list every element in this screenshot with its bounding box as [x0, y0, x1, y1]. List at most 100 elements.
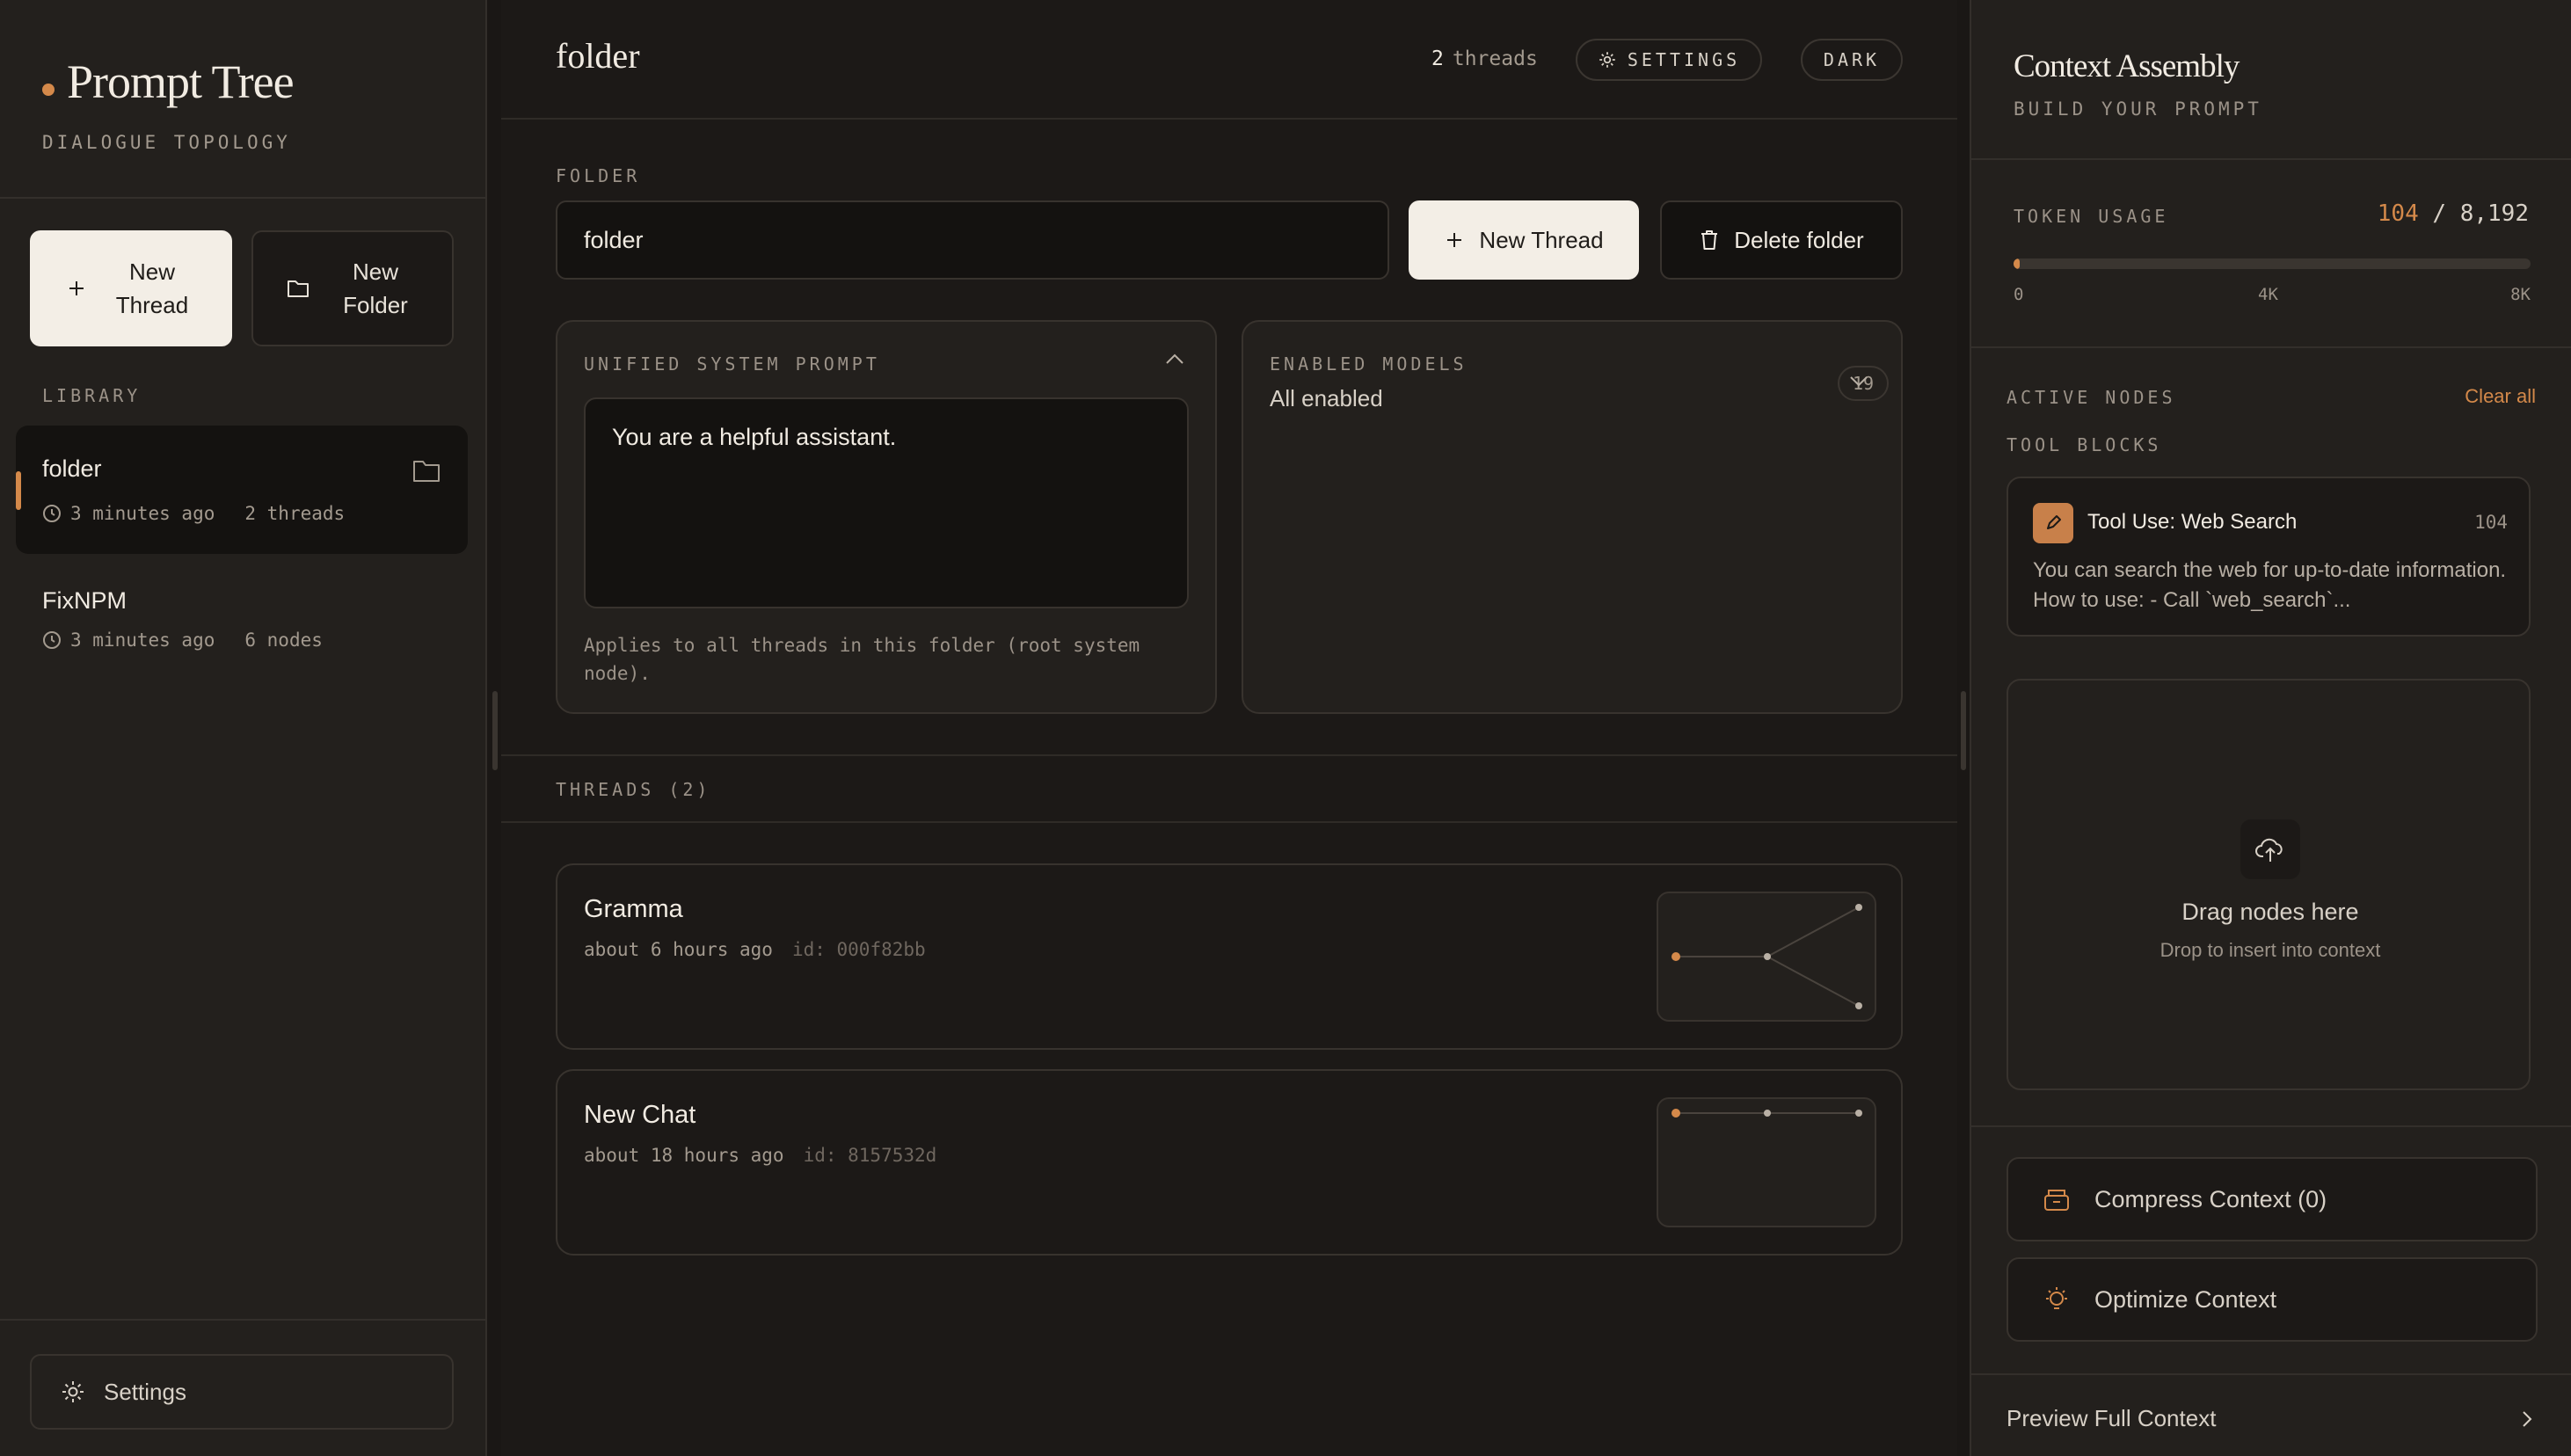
new-folder-button[interactable]: New Folder	[251, 230, 454, 346]
divider	[1971, 158, 2571, 160]
thread-count: 2 threads	[1431, 47, 1538, 70]
drop-zone[interactable]: Drag nodes here Drop to insert into cont…	[2007, 679, 2531, 1090]
new-thread-label: New Thread	[115, 258, 189, 318]
active-indicator	[16, 471, 21, 510]
thread-tree-preview	[1657, 1097, 1876, 1227]
drop-zone-title: Drag nodes here	[2181, 899, 2359, 925]
delete-folder-label: Delete folder	[1734, 226, 1864, 253]
thread-id: id: 8157532d	[803, 1145, 937, 1166]
enabled-models-value: All enabled	[1270, 385, 1383, 411]
context-subtitle: BUILD YOUR PROMPT	[2014, 98, 2262, 120]
thread-time: about 6 hours ago	[584, 939, 773, 960]
thread-tree-preview	[1657, 892, 1876, 1022]
context-title: Context Assembly	[2014, 48, 2240, 84]
token-sep: /	[2418, 200, 2460, 227]
tool-block-card[interactable]: Tool Use: Web Search 104 You can search …	[2007, 477, 2531, 637]
divider	[1971, 1373, 2571, 1375]
brand: Prompt Tree	[42, 55, 295, 109]
compress-context-button[interactable]: Compress Context (0)	[2007, 1157, 2538, 1241]
thread-meta: about 6 hours ago id: 000f82bb	[584, 939, 926, 960]
clock-icon	[43, 505, 61, 522]
token-usage-label: TOKEN USAGE	[2014, 206, 2169, 227]
theme-toggle-button[interactable]: DARK	[1801, 39, 1903, 81]
tool-blocks-label: TOOL BLOCKS	[2007, 434, 2162, 455]
enabled-models-card[interactable]: ENABLED MODELS All enabled 19	[1242, 320, 1903, 714]
token-usage-bar	[2014, 258, 2531, 269]
settings-pill-label: SETTINGS	[1627, 49, 1741, 70]
gear-icon	[62, 1381, 84, 1402]
folder-label: FOLDER	[556, 165, 641, 186]
library-item-meta: 3 minutes ago 6 nodes	[42, 630, 323, 651]
library-item-time: 3 minutes ago	[70, 630, 215, 651]
delete-folder-button[interactable]: Delete folder	[1660, 200, 1903, 280]
chevron-up-icon[interactable]	[1164, 352, 1185, 366]
theme-toggle-label: DARK	[1823, 49, 1881, 70]
library-item-title: FixNPM	[42, 587, 127, 614]
settings-pill-button[interactable]: SETTINGS	[1576, 39, 1762, 81]
pencil-icon	[2033, 503, 2073, 543]
divider	[501, 754, 1957, 756]
token-usage-fill	[2014, 258, 2021, 269]
new-thread-button[interactable]: New Thread	[1409, 200, 1639, 280]
divider	[0, 197, 485, 199]
tool-block-name: Tool Use: Web Search	[2087, 510, 2298, 534]
new-thread-label: New Thread	[1479, 226, 1604, 253]
thread-count-value: 2	[1431, 47, 1444, 70]
main-header: folder 2 threads SETTINGS DARK	[501, 0, 1957, 120]
tick-label: 0	[2014, 285, 2024, 304]
upload-cloud-icon	[2240, 819, 2300, 879]
library-item-title: folder	[42, 455, 102, 482]
token-usage-value: 104 / 8,192	[2378, 200, 2529, 227]
optimize-context-button[interactable]: Optimize Context	[2007, 1257, 2538, 1342]
sidebar-resize-handle[interactable]	[492, 691, 498, 770]
tick-label: 4K	[2258, 285, 2278, 304]
brand-name: Prompt Tree	[67, 55, 295, 108]
thread-title: New Chat	[584, 1101, 696, 1129]
clock-icon	[43, 631, 61, 649]
new-folder-label: New Folder	[343, 258, 408, 318]
thread-id: id: 000f82bb	[791, 939, 926, 960]
tree-graph	[1672, 1109, 1862, 1117]
system-prompt-note: Applies to all threads in this folder (r…	[584, 635, 1140, 684]
token-max: 8,192	[2459, 200, 2529, 227]
clear-all-link[interactable]: Clear all	[2465, 385, 2536, 408]
tool-block-description: You can search the web for up-to-date in…	[2033, 558, 2507, 612]
tool-block-tokens: 104	[2474, 512, 2508, 533]
library-item-count: 2 threads	[244, 503, 346, 524]
divider	[1971, 1125, 2571, 1127]
folder-icon	[288, 280, 309, 297]
system-prompt-caption: UNIFIED SYSTEM PROMPT	[584, 353, 880, 375]
folder-icon[interactable]	[412, 457, 441, 484]
tick-label: 8K	[2510, 285, 2531, 304]
threads-label: THREADS (2)	[556, 779, 711, 800]
thread-meta: about 18 hours ago id: 8157532d	[584, 1145, 936, 1166]
library-item-meta: 3 minutes ago 2 threads	[42, 503, 345, 524]
token-used: 104	[2377, 200, 2419, 227]
preview-full-context-link[interactable]: Preview Full Context	[2007, 1405, 2216, 1432]
brand-tagline: DIALOGUE TOPOLOGY	[42, 132, 291, 153]
library-item-count: 6 nodes	[244, 630, 323, 651]
context-resize-handle[interactable]	[1961, 691, 1966, 770]
thread-count-suffix: threads	[1452, 47, 1538, 70]
drop-zone-subtitle: Drop to insert into context	[2159, 939, 2381, 961]
chevron-down-icon[interactable]	[1848, 375, 1869, 389]
library-item-folder[interactable]: folder 3 minutes ago 2 threads	[16, 426, 468, 554]
enabled-models-caption: ENABLED MODELS	[1270, 353, 1468, 375]
library-label: LIBRARY	[42, 385, 142, 406]
settings-button[interactable]: Settings	[30, 1354, 454, 1430]
settings-label: Settings	[104, 1378, 186, 1405]
active-nodes-label: ACTIVE NODES	[2007, 387, 2176, 408]
chevron-right-icon[interactable]	[2518, 1407, 2536, 1431]
divider	[501, 821, 1957, 823]
library-item-fixnpm[interactable]: FixNPM 3 minutes ago 6 nodes	[16, 559, 468, 673]
new-thread-button[interactable]: New Thread	[30, 230, 232, 346]
thread-card[interactable]: New Chat about 18 hours ago id: 8157532d	[556, 1069, 1903, 1256]
thread-title: Gramma	[584, 895, 683, 923]
thread-card[interactable]: Gramma about 6 hours ago id: 000f82bb	[556, 863, 1903, 1050]
folder-name-input[interactable]	[556, 200, 1389, 280]
plus-icon	[1447, 233, 1462, 247]
system-prompt-textarea[interactable]: You are a helpful assistant.	[584, 397, 1189, 608]
page-title: folder	[556, 36, 640, 76]
gear-icon	[1599, 52, 1615, 68]
archive-icon	[2044, 1190, 2069, 1211]
